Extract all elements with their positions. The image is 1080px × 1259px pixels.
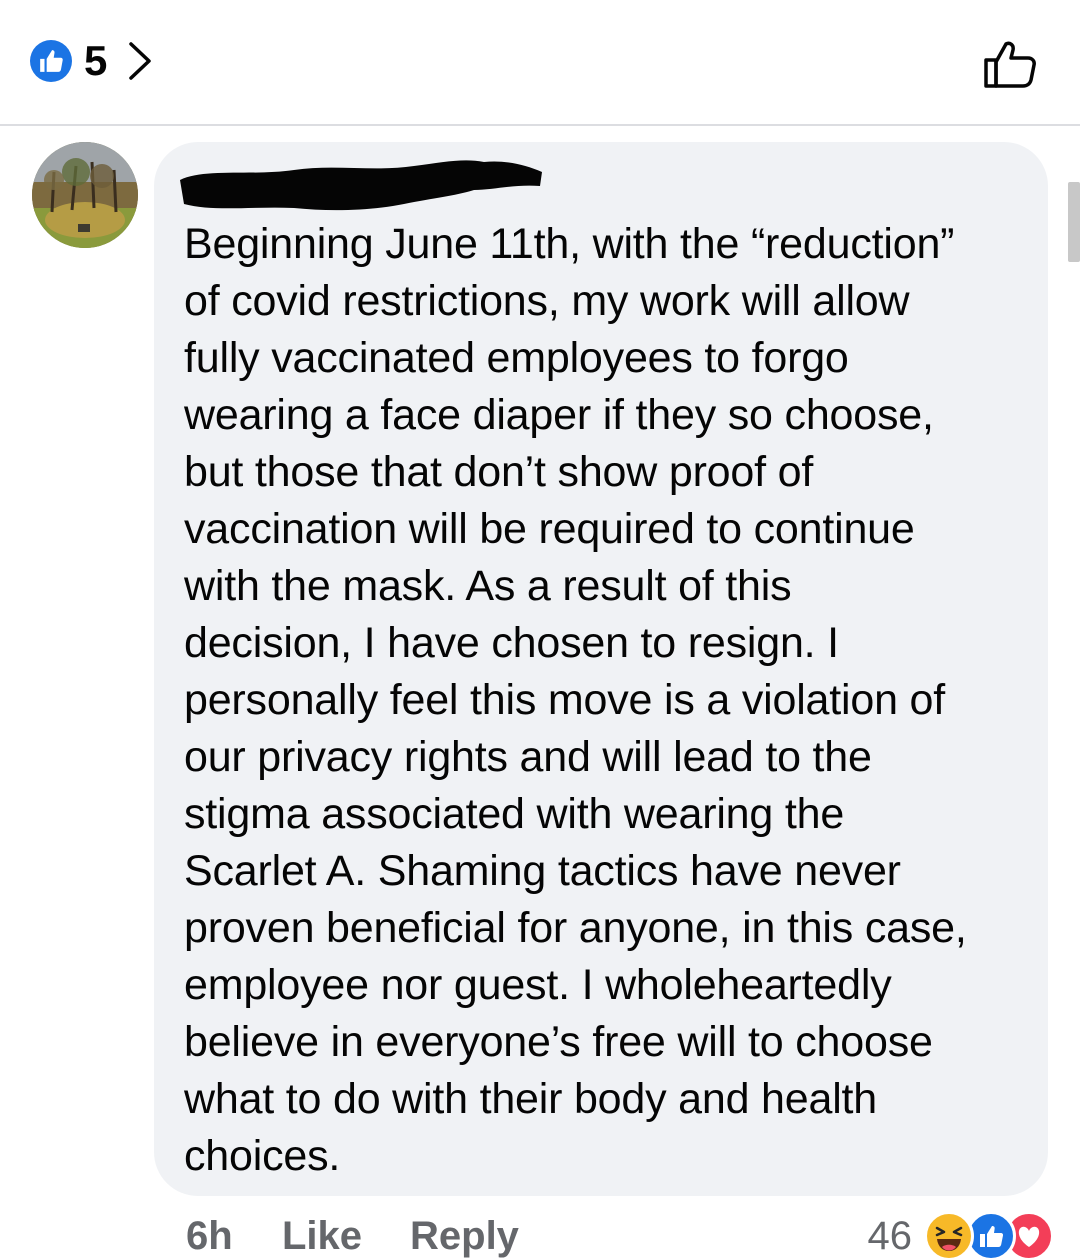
reaction-summary[interactable]: 5 [30, 37, 155, 84]
scrollbar[interactable] [1068, 182, 1080, 262]
comment-reaction-icons[interactable] [924, 1211, 1054, 1259]
reply-button[interactable]: Reply [410, 1214, 519, 1259]
comment-screen: 5 Beginning June 11th, with the “reducti… [0, 0, 1080, 1259]
comment-actions: 6h Like Reply 46 [0, 1206, 1080, 1259]
comment-bubble: Beginning June 11th, with the “reduction… [154, 142, 1048, 1196]
thumbs-up-outline-icon[interactable] [982, 36, 1038, 92]
like-thumb-icon [30, 40, 72, 82]
avatar[interactable] [32, 142, 138, 248]
chevron-right-icon[interactable] [125, 38, 155, 84]
reaction-count: 5 [84, 37, 108, 84]
comment-timestamp: 6h [186, 1214, 233, 1258]
redacted-author-name [180, 160, 542, 211]
haha-icon [924, 1211, 974, 1259]
comment-text: Beginning June 11th, with the “reduction… [184, 220, 967, 1180]
like-button[interactable]: Like [282, 1214, 362, 1259]
comment-reaction-count[interactable]: 46 [868, 1214, 913, 1259]
reactions-header: 5 [0, 0, 1080, 126]
